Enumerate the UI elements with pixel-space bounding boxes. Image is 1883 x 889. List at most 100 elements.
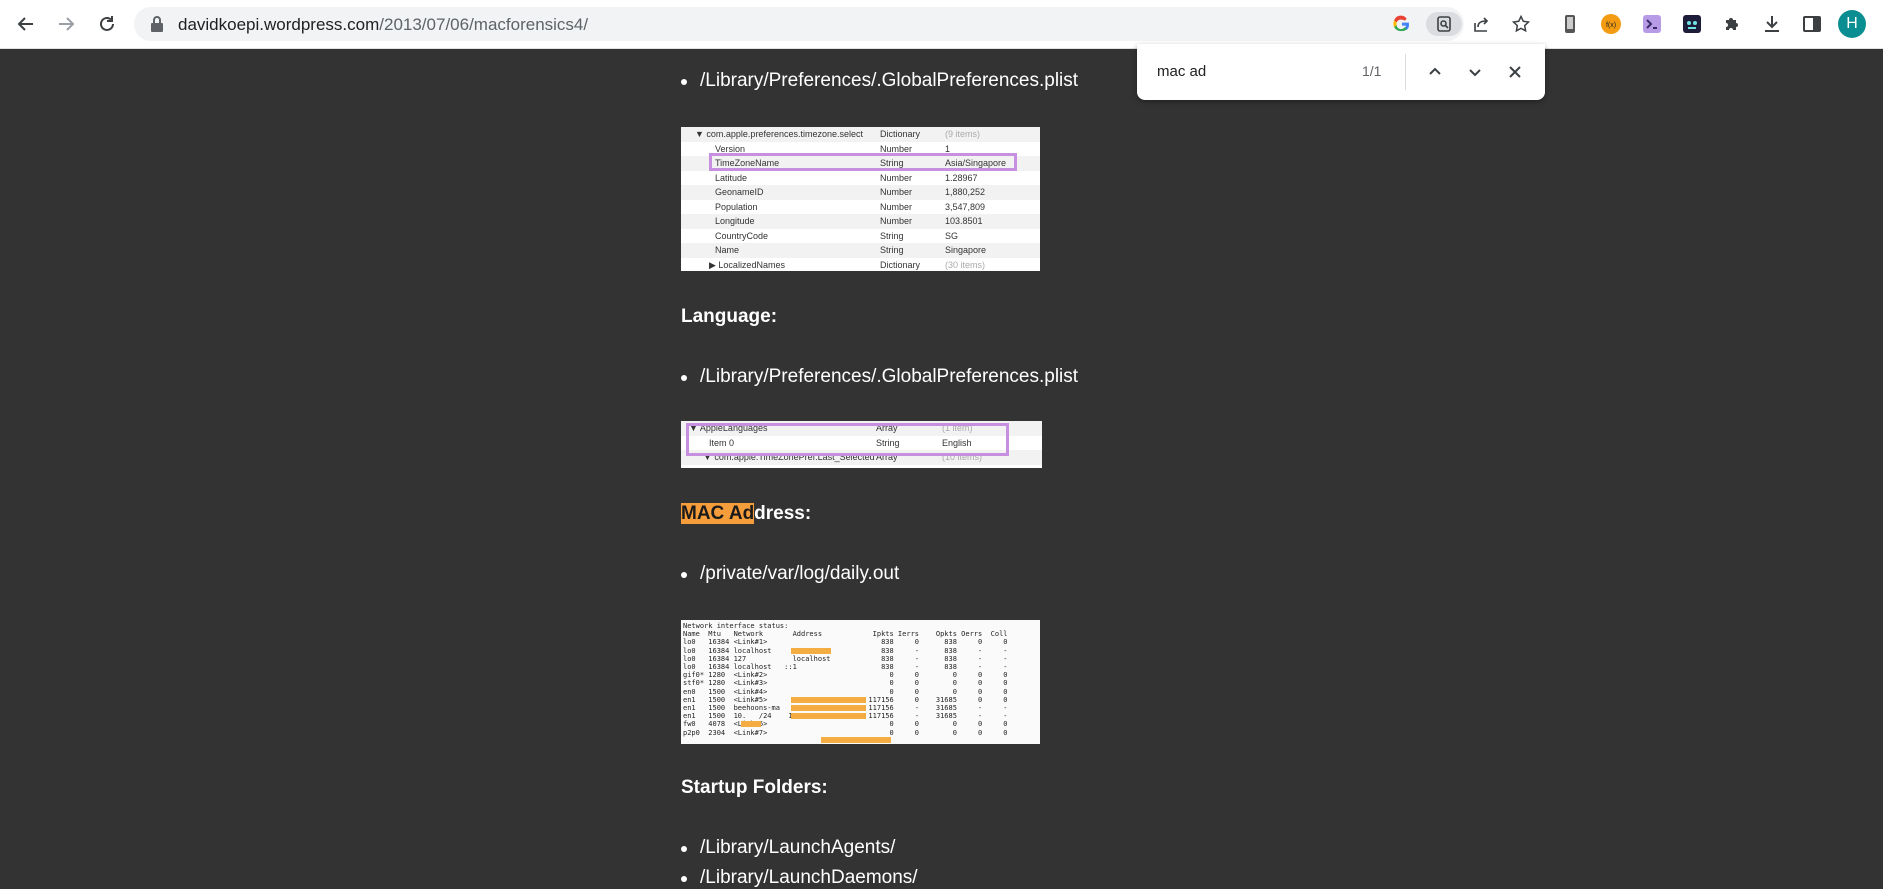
plist-type: Dictionary (880, 129, 921, 139)
forward-button[interactable] (52, 10, 80, 38)
redaction-bar (791, 713, 866, 719)
plist-value: 1 (945, 143, 951, 154)
find-input[interactable]: mac ad (1157, 63, 1206, 80)
find-previous-button[interactable] (1421, 58, 1449, 86)
url-text: davidkoepi.wordpress.com/2013/07/06/macf… (178, 15, 588, 35)
plist-type: Number (880, 172, 913, 183)
plist-row: CountryCode String SG (681, 229, 1040, 244)
close-icon (1509, 66, 1521, 78)
plist-value: SG (945, 230, 959, 241)
plist-value: (30 items) (945, 259, 986, 270)
netstat-line: lo0 16384 localhost ::1 838 - 838 - - (683, 663, 1008, 671)
reload-icon (100, 16, 114, 31)
extension-purple-button[interactable] (1640, 12, 1664, 36)
plist-key: Version (715, 143, 746, 154)
address-bar[interactable]: davidkoepi.wordpress.com/2013/07/06/macf… (134, 7, 1530, 41)
download-icon (1765, 16, 1779, 32)
netstat-line: stf0* 1280 <Link#3> 0 0 0 0 0 (683, 679, 1008, 688)
star-icon (1512, 15, 1530, 33)
find-divider (1405, 54, 1406, 90)
highlight-box (709, 153, 1017, 171)
plist-value: 3,547,809 (945, 201, 986, 212)
redaction-bar (821, 737, 891, 743)
plist-row: Latitude Number 1.28967 (681, 171, 1040, 186)
url-path: /2013/07/06/macforensics4/ (379, 15, 589, 34)
netstat-line: lo0 16384 <Link#1> 838 0 838 0 0 (683, 638, 1008, 647)
redaction-bar (791, 705, 866, 711)
dark-extension-icon (1683, 15, 1701, 33)
find-match-highlight: MAC Ad (681, 503, 755, 524)
plist-row: Longitude Number 103.8501 (681, 214, 1040, 229)
redaction-bar (791, 697, 866, 703)
plist-value: (9 items) (945, 129, 981, 139)
find-match-count: 1/1 (1362, 63, 1382, 79)
plist-key: CountryCode (715, 230, 769, 241)
heading-mac-address: MAC Address: (681, 503, 811, 525)
plist-key: Longitude (715, 216, 755, 226)
lock-icon (151, 16, 163, 32)
netstat-line: Name Mtu Network Address Ipkts Ierrs Opk… (683, 630, 1008, 639)
find-bar: mac ad 1/1 (1137, 44, 1545, 100)
plist-row: ▼ com.apple.preferences.timezone.select D… (681, 127, 1040, 142)
redaction-bar (791, 648, 831, 654)
plist-type: Number (880, 216, 913, 226)
plist-value: 1,880,252 (945, 187, 986, 197)
plist-key: Latitude (715, 172, 748, 183)
arrow-left-icon (17, 17, 33, 31)
profile-avatar[interactable]: H (1838, 10, 1866, 38)
find-page-icon (1437, 16, 1451, 32)
plist-row: GeonameID Number 1,880,252 (681, 185, 1040, 200)
side-panel-button[interactable] (1800, 12, 1824, 36)
svg-text:f(x): f(x) (1606, 22, 1616, 29)
arrow-right-icon (59, 17, 75, 31)
bookmark-button[interactable] (1509, 12, 1533, 36)
find-next-button[interactable] (1461, 58, 1489, 86)
extension-orange-button[interactable]: f(x) (1599, 12, 1623, 36)
phone-extension-icon (1565, 15, 1575, 33)
plist-key: ▶ LocalizedNames (709, 259, 785, 270)
plist-key: Population (715, 201, 758, 212)
plist-type: Dictionary (880, 259, 921, 270)
timezone-plist-image: ▼ com.apple.preferences.timezone.select D… (681, 127, 1040, 271)
highlight-box (686, 423, 1009, 456)
chevron-down-icon (1469, 69, 1481, 77)
netstat-line: Network interface status: (683, 622, 789, 630)
list-item: /Library/LaunchDaemons/ (681, 867, 918, 888)
purple-extension-icon (1643, 15, 1661, 33)
find-close-button[interactable] (1501, 58, 1529, 86)
google-icon (1393, 15, 1410, 32)
page-content: /Library/Preferences/.GlobalPreferences.… (0, 48, 1883, 889)
heading-mac-address-rest: dress: (754, 503, 812, 524)
share-icon (1474, 17, 1489, 32)
plist-row: Name String Singapore (681, 243, 1040, 258)
side-panel-icon (1803, 16, 1821, 32)
plist-key: Name (715, 245, 740, 255)
netstat-image: Network interface status: Name Mtu Networ… (681, 620, 1040, 744)
reload-button[interactable] (93, 10, 121, 38)
url-domain: davidkoepi.wordpress.com (178, 15, 380, 34)
plist-type: String (880, 245, 904, 255)
plist-type: Number (880, 201, 913, 212)
google-lens-button[interactable] (1390, 12, 1414, 36)
plist-key: ▼ com.apple.preferences.timezone.select (695, 129, 863, 139)
share-button[interactable] (1470, 12, 1494, 36)
plist-row: ▶ LocalizedNames Dictionary (30 items) (681, 258, 1040, 272)
plist-value: Singapore (945, 245, 987, 255)
downloads-button[interactable] (1760, 12, 1784, 36)
netstat-line: lo0 16384 127 localhost 838 - 838 - - (683, 654, 1008, 663)
back-button[interactable] (12, 10, 40, 38)
extension-dark-button[interactable] (1680, 12, 1704, 36)
extensions-button[interactable] (1720, 12, 1744, 36)
netstat-line: gif0* 1280 <Link#2> 0 0 0 0 0 (683, 671, 1008, 680)
list-item: /Library/Preferences/.GlobalPreferences.… (680, 70, 1079, 91)
extension-phone-button[interactable] (1558, 12, 1582, 36)
language-plist-image: ▼ AppleLanguages Array (1 item) Item 0 Strin… (681, 421, 1042, 468)
chevron-up-icon (1429, 67, 1441, 75)
heading-language: Language: (681, 306, 778, 327)
plist-row: Population Number 3,547,809 (681, 200, 1040, 215)
orange-extension-icon: f(x) (1601, 14, 1621, 34)
find-in-page-button[interactable] (1426, 12, 1462, 36)
plist-key: GeonameID (715, 187, 764, 197)
browser-toolbar: davidkoepi.wordpress.com/2013/07/06/macf… (0, 0, 1883, 49)
netstat-line: lo0 16384 localhost 838 - 838 - - (683, 646, 1008, 655)
